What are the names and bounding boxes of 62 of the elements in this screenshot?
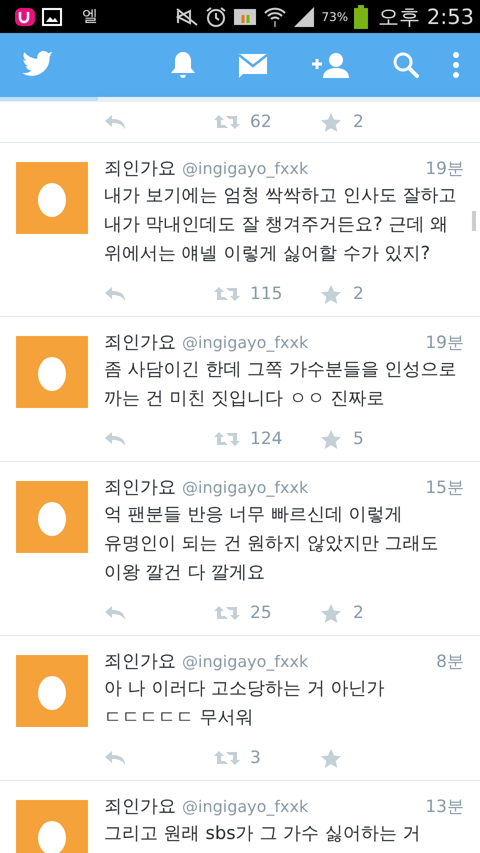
tweet-text: 내가 보기에는 엄청 싹싹하고 인사도 잘하고 내가 막내인데도 잘 챙겨주거든요? 근데 왜 위에서는 얘넬 이렇게 싫어할 수가 있지? (104, 184, 457, 266)
retweet-icon[interactable] (214, 114, 240, 130)
favorite-count: 2 (353, 603, 364, 623)
mute-icon (175, 6, 200, 26)
retweet-icon[interactable] (214, 286, 240, 302)
tweet-text: 억 팬분들 반응 너무 빠르신데 이렇게 유명인이 되는 건 원하지 않았지만 그래도 이왕 깔건 다 깔게요 (104, 503, 439, 585)
retweet-icon[interactable] (214, 605, 240, 621)
reply-icon[interactable] (104, 605, 126, 621)
tweet-time: 8분 (436, 651, 464, 673)
avatar[interactable] (16, 162, 88, 234)
avatar[interactable] (16, 336, 88, 408)
favorite-count: 2 (353, 112, 364, 132)
retweet-count: 25 (250, 603, 272, 623)
tweet-time: 15분 (425, 477, 464, 499)
retweet-icon[interactable] (214, 431, 240, 447)
bird-logo-icon[interactable] (22, 51, 54, 79)
reply-icon[interactable] (104, 114, 126, 130)
clock-time: 오후 2:53 (378, 4, 474, 30)
favorite-count: 5 (353, 429, 364, 449)
retweet-icon[interactable] (214, 750, 240, 766)
avatar[interactable] (16, 481, 88, 553)
avatar[interactable] (16, 800, 88, 853)
carrier-logo-icon (14, 6, 36, 26)
star-icon[interactable] (321, 430, 341, 448)
star-icon[interactable] (321, 112, 341, 132)
tweet-text: 그리고 원래 sbs가 그 가수 싫어하는 거 (104, 822, 421, 846)
reply-icon[interactable] (104, 750, 126, 766)
scrollbar (472, 211, 476, 231)
user-name[interactable]: 죄인가요 (104, 794, 176, 818)
star-icon[interactable] (321, 604, 341, 622)
avatar[interactable] (16, 655, 88, 727)
user-name[interactable]: 죄인가요 (104, 475, 176, 499)
sync-icon (233, 6, 258, 26)
star-icon[interactable] (321, 748, 341, 768)
reply-icon[interactable] (104, 431, 126, 447)
tweet-time: 13분 (425, 796, 464, 818)
favorite-count: 2 (353, 284, 364, 304)
retweet-count: 62 (250, 112, 272, 132)
user-name[interactable]: 죄인가요 (104, 330, 176, 354)
reply-icon[interactable] (104, 286, 126, 302)
battery-icon (354, 4, 368, 28)
alarm-icon (205, 6, 228, 28)
retweet-count: 124 (250, 429, 282, 449)
battery-percent: 73% (321, 10, 348, 24)
retweet-count: 3 (250, 748, 261, 768)
image-icon (42, 8, 62, 26)
search-icon[interactable] (392, 51, 420, 79)
mail-icon[interactable] (238, 52, 268, 78)
wifi-icon (263, 6, 288, 28)
retweet-count: 115 (250, 284, 282, 304)
tweet-text: 좀 사담이긴 한데 그쪽 가수분들을 인성으로 까는 건 미친 짓입니다 ㅇㅇ 진짜로 (104, 358, 457, 411)
tweet-time: 19분 (425, 332, 464, 354)
user-name[interactable]: 죄인가요 (104, 649, 176, 673)
user-name[interactable]: 죄인가요 (104, 156, 176, 180)
carrier-text: 엘 (82, 6, 98, 27)
signal-icon (293, 6, 316, 28)
add-user-icon[interactable] (310, 51, 350, 79)
more-icon[interactable] (452, 51, 460, 79)
tweet-time: 19분 (425, 158, 464, 180)
star-icon[interactable] (321, 284, 341, 304)
tweet-text: 아 나 이러다 고소당하는 거 아닌가 ㄷㄷㄷㄷㄷ 무서워 (104, 677, 385, 730)
bell-icon[interactable] (170, 50, 196, 80)
